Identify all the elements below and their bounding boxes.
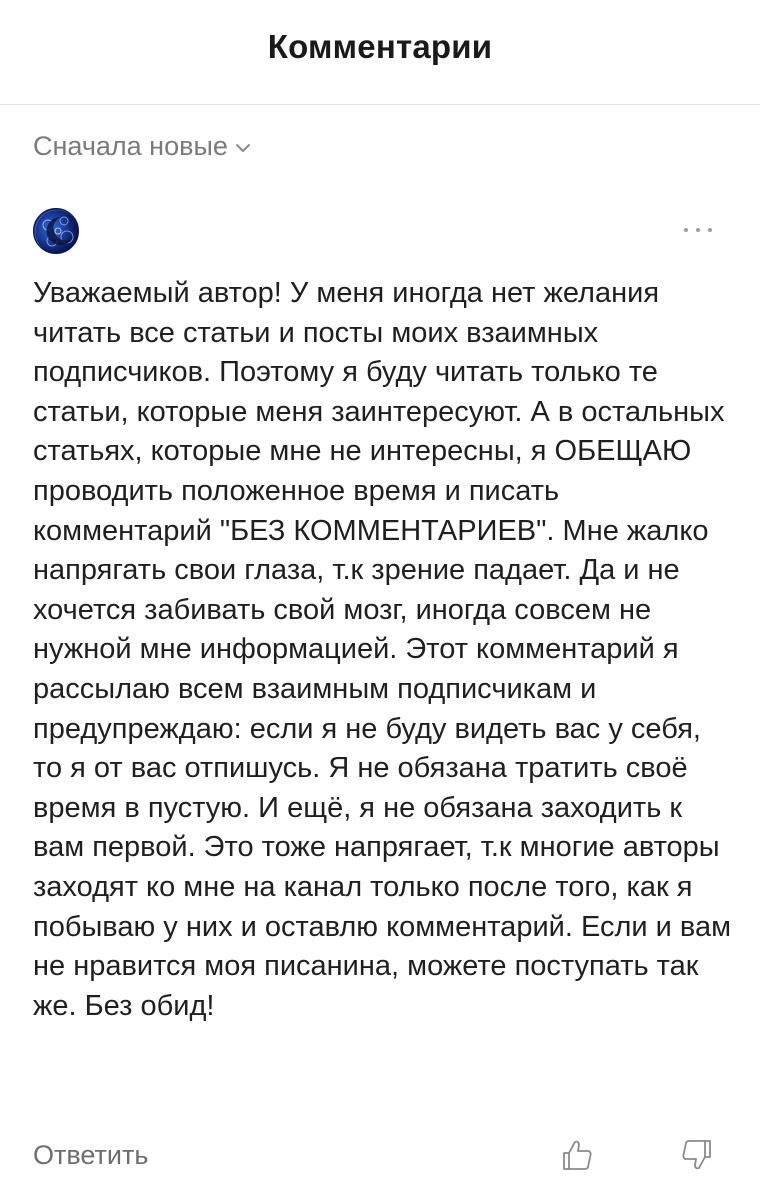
moon-avatar-icon (34, 209, 78, 253)
thumbs-down-icon[interactable] (680, 1138, 714, 1172)
comment-text: Уважаемый автор! У меня иногда нет желан… (33, 277, 732, 1022)
comment-item: Уважаемый автор! У меня иногда нет желан… (0, 208, 760, 1200)
page-title: Комментарии (267, 28, 493, 65)
more-dots-icon (684, 228, 688, 232)
reply-button[interactable]: Ответить (33, 1140, 148, 1171)
more-options-button[interactable] (684, 224, 712, 236)
page-header: Комментарии (0, 0, 760, 105)
thumbs-up-icon[interactable] (560, 1138, 594, 1172)
sort-label: Сначала новые (33, 130, 228, 161)
chevron-down-icon (235, 144, 250, 152)
avatar[interactable] (33, 208, 79, 254)
sort-dropdown[interactable]: Сначала новые (33, 128, 254, 164)
